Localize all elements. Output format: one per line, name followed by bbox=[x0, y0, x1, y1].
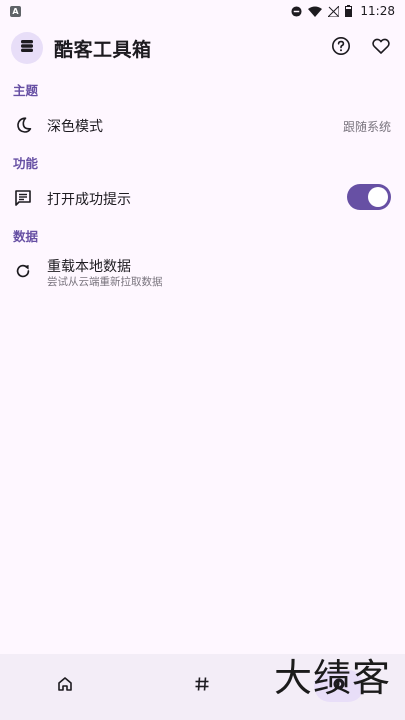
reload-data-row[interactable]: 重载本地数据 尝试从云端重新拉取数据 bbox=[0, 252, 405, 296]
home-icon bbox=[56, 675, 74, 697]
signal-off-icon bbox=[328, 5, 340, 17]
success-tip-toggle[interactable] bbox=[347, 184, 391, 210]
nav-home[interactable] bbox=[40, 670, 90, 702]
help-button[interactable] bbox=[329, 36, 353, 60]
battery-icon bbox=[345, 5, 353, 17]
message-icon bbox=[13, 188, 33, 208]
section-header-data: 数据 bbox=[13, 229, 39, 244]
toggle-knob bbox=[368, 187, 388, 207]
app-logo bbox=[11, 32, 43, 64]
reload-data-subtitle: 尝试从云端重新拉取数据 bbox=[47, 276, 163, 288]
section-header-features: 功能 bbox=[13, 156, 39, 171]
status-time: 11:28 bbox=[360, 4, 395, 18]
wifi-icon bbox=[308, 6, 323, 17]
app-bar: 酷客工具箱 bbox=[0, 26, 405, 70]
status-right: 11:28 bbox=[291, 4, 395, 18]
help-icon bbox=[331, 36, 351, 60]
refresh-icon bbox=[13, 261, 33, 281]
dark-mode-value: 跟随系统 bbox=[342, 120, 391, 134]
reload-data-label: 重载本地数据 bbox=[47, 259, 131, 275]
dnd-icon bbox=[291, 5, 302, 17]
app-notification-icon: A bbox=[10, 5, 21, 17]
heart-icon bbox=[371, 36, 391, 60]
status-left: A bbox=[10, 5, 21, 17]
dark-mode-row[interactable]: 深色模式 跟随系统 bbox=[0, 105, 405, 145]
hash-icon bbox=[193, 675, 211, 697]
success-tip-row[interactable]: 打开成功提示 bbox=[0, 178, 405, 218]
section-header-theme: 主题 bbox=[13, 83, 39, 98]
dark-mode-label: 深色模式 bbox=[47, 119, 103, 135]
layers-icon bbox=[19, 38, 35, 58]
moon-icon bbox=[13, 115, 33, 135]
watermark-logo: 大绩客 bbox=[274, 656, 392, 700]
favorite-button[interactable] bbox=[369, 36, 393, 60]
status-bar: A 11:28 bbox=[0, 0, 405, 22]
app-title: 酷客工具箱 bbox=[54, 39, 152, 61]
success-tip-label: 打开成功提示 bbox=[47, 192, 131, 208]
nav-hash[interactable] bbox=[177, 670, 227, 702]
